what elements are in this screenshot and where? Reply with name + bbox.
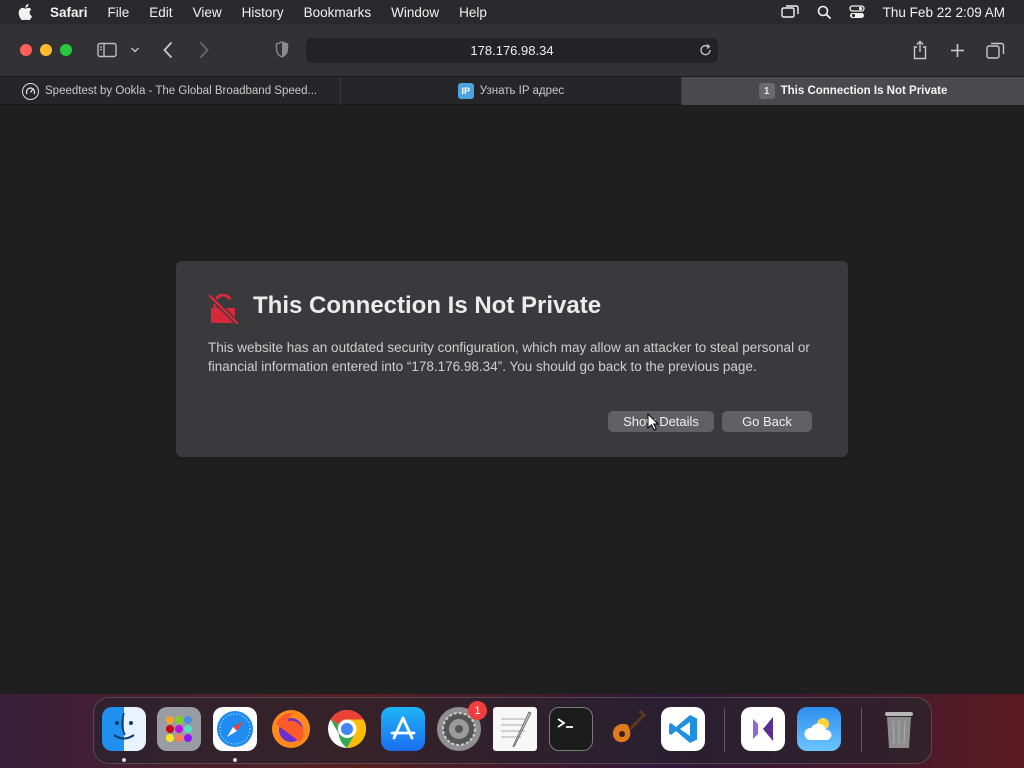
- ip-icon: IP: [457, 83, 474, 99]
- safari-toolbar: 178.176.98.34: [0, 24, 1024, 77]
- menu-bar: Safari File Edit View History Bookmarks …: [0, 0, 1024, 24]
- menu-file[interactable]: File: [108, 5, 130, 20]
- show-details-button[interactable]: Show Details: [608, 411, 714, 432]
- number-icon: 1: [758, 83, 775, 99]
- trash-icon[interactable]: [877, 707, 921, 751]
- screen-mirroring-icon[interactable]: [780, 5, 799, 19]
- forward-arrow-icon[interactable]: [198, 41, 210, 59]
- tab-title: Speedtest by Ookla - The Global Broadban…: [45, 85, 318, 97]
- dock: [93, 697, 932, 764]
- page-content: This Connection Is Not Private This webs…: [0, 105, 1024, 694]
- menu-app-safari[interactable]: Safari: [50, 5, 88, 20]
- menu-window[interactable]: Window: [391, 5, 439, 20]
- running-indicator: [122, 758, 126, 762]
- tab-not-private-active[interactable]: 1 This Connection Is Not Private: [682, 77, 1024, 105]
- chevron-down-icon[interactable]: [130, 46, 140, 54]
- safari-app-icon[interactable]: [213, 707, 257, 751]
- menubar-clock[interactable]: Thu Feb 22 2:09 AM: [883, 5, 1005, 20]
- menu-edit[interactable]: Edit: [149, 5, 172, 20]
- reload-icon[interactable]: [699, 43, 712, 60]
- privacy-warning-card: This Connection Is Not Private This webs…: [176, 261, 848, 457]
- menu-history[interactable]: History: [242, 5, 284, 20]
- app-store-app-icon[interactable]: [381, 707, 425, 751]
- tab-speedtest[interactable]: Speedtest by Ookla - The Global Broadban…: [0, 77, 341, 105]
- spotlight-search-icon[interactable]: [817, 5, 831, 19]
- warning-message: This website has an outdated security co…: [208, 340, 810, 374]
- dock-separator: [724, 708, 725, 752]
- visual-studio-app-icon[interactable]: [741, 707, 785, 751]
- firefox-app-icon[interactable]: [269, 707, 313, 751]
- tab-overview-icon[interactable]: [986, 42, 1005, 59]
- tab-title: Узнать IP адрес: [479, 85, 565, 97]
- broken-lock-warning-icon: [207, 293, 239, 329]
- garageband-app-icon[interactable]: [605, 707, 649, 751]
- tab-bar: Speedtest by Ookla - The Global Broadban…: [0, 77, 1024, 105]
- menu-view[interactable]: View: [193, 5, 222, 20]
- menu-bookmarks[interactable]: Bookmarks: [304, 5, 372, 20]
- new-tab-plus-icon[interactable]: [950, 43, 965, 58]
- address-bar[interactable]: 178.176.98.34: [306, 38, 718, 63]
- share-icon[interactable]: [912, 40, 928, 60]
- system-settings-badge: 1: [468, 701, 487, 720]
- tab-title: This Connection Is Not Private: [780, 85, 948, 97]
- menu-help[interactable]: Help: [459, 5, 487, 20]
- apple-menu-icon[interactable]: [18, 4, 34, 20]
- control-center-icon[interactable]: [849, 5, 865, 19]
- warning-title: This Connection Is Not Private: [253, 292, 602, 319]
- finder-app-icon[interactable]: [102, 707, 146, 751]
- textedit-app-icon[interactable]: [493, 707, 537, 751]
- launchpad-app-icon[interactable]: [157, 707, 201, 751]
- running-indicator: [233, 758, 237, 762]
- sidebar-toggle-icon[interactable]: [97, 42, 117, 58]
- chrome-app-icon[interactable]: [325, 707, 369, 751]
- vscode-app-icon[interactable]: [661, 707, 705, 751]
- minimize-window-button[interactable]: [40, 44, 52, 56]
- weather-app-icon[interactable]: [797, 707, 841, 751]
- ookla-icon: [22, 82, 39, 100]
- dock-separator: [861, 708, 862, 752]
- back-arrow-icon[interactable]: [162, 41, 174, 59]
- terminal-app-icon[interactable]: [549, 707, 593, 751]
- tab-ip-address[interactable]: IP Узнать IP адрес: [341, 77, 682, 105]
- go-back-button[interactable]: Go Back: [722, 411, 812, 432]
- address-bar-url: 178.176.98.34: [470, 43, 554, 58]
- close-window-button[interactable]: [20, 44, 32, 56]
- zoom-window-button[interactable]: [60, 44, 72, 56]
- mouse-pointer-icon: [647, 412, 660, 436]
- privacy-shield-icon[interactable]: [275, 41, 289, 58]
